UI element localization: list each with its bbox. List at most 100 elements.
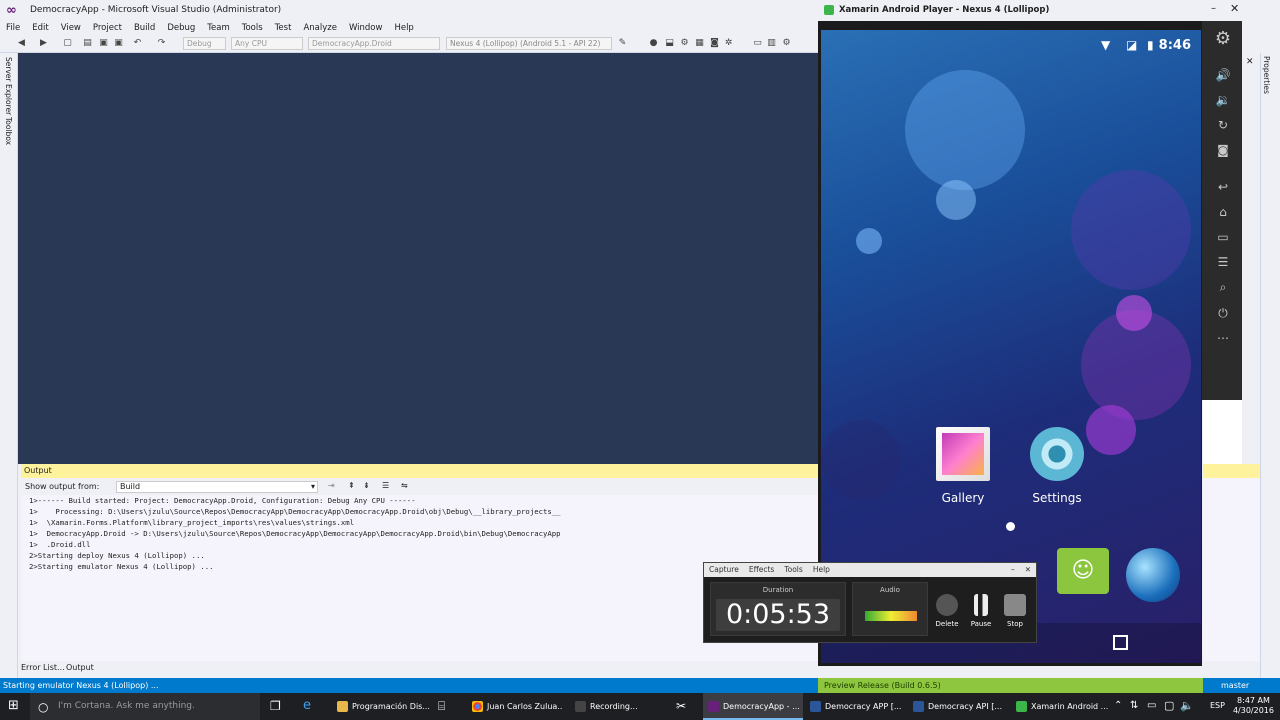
volume-down-icon[interactable]: 🔉	[1214, 92, 1232, 108]
volume-icon[interactable]: 🔈	[1180, 699, 1194, 712]
delete-button[interactable]: Delete	[933, 594, 961, 628]
layout-icon[interactable]: ▥	[766, 38, 777, 49]
close-icon[interactable]: ✕	[1246, 57, 1254, 67]
menu-edit[interactable]: Edit	[26, 21, 54, 35]
taskbar-app[interactable]: Xamarin Android ...	[1011, 693, 1109, 720]
settings-icon[interactable]: ⚙	[781, 38, 792, 49]
save-all-icon[interactable]: ▣	[113, 38, 124, 49]
battery-tray-icon[interactable]: ▭	[1147, 700, 1156, 711]
messenger-icon[interactable]: ☺	[1057, 548, 1109, 594]
taskbar-app[interactable]: Juan Carlos Zulua...	[467, 693, 562, 720]
undo-icon[interactable]: ↶	[132, 38, 143, 49]
monitor-icon[interactable]: ▭	[752, 38, 763, 49]
browser-icon[interactable]	[1126, 548, 1180, 602]
power-icon[interactable]: ⏻	[1214, 305, 1232, 321]
step-icon[interactable]: ⬓	[664, 38, 675, 49]
git-branch[interactable]: master	[1203, 678, 1280, 693]
taskbar-app-active[interactable]: DemocracyApp - ...	[703, 693, 803, 720]
gallery-app[interactable]: Gallery	[936, 427, 990, 505]
tray-chevron-icon[interactable]: ⌃	[1114, 700, 1122, 711]
clear-all-icon[interactable]: ☰	[382, 481, 389, 490]
taskbar-app[interactable]: Democracy APP [...	[805, 693, 905, 720]
server-explorer-tab[interactable]: Server Explorer	[4, 57, 13, 115]
platform-select[interactable]: Any CPU	[231, 37, 303, 50]
output-source-select[interactable]: Build ▾	[116, 481, 318, 493]
screenshot-icon[interactable]: ◙	[1214, 142, 1232, 158]
tab-output[interactable]: Output	[66, 663, 94, 672]
menu-team[interactable]: Team	[201, 21, 235, 35]
close-icon[interactable]: ✕	[1230, 2, 1239, 15]
back-icon[interactable]: ↩	[1214, 179, 1232, 195]
tools-icon[interactable]: ✂	[676, 699, 686, 713]
find-icon[interactable]: ⇥	[328, 481, 335, 490]
display-icon[interactable]: ▢	[1164, 699, 1174, 712]
menu-build[interactable]: Build	[128, 21, 161, 35]
menu-help[interactable]: Help	[808, 563, 835, 577]
player-status-bar: Preview Release (Build 0.6.5)	[818, 678, 1203, 693]
menu-icon[interactable]: ☰	[1214, 254, 1232, 270]
word-wrap-icon[interactable]: ⇋	[401, 481, 408, 490]
system-clock[interactable]: 8:47 AM 4/30/2016	[1233, 696, 1274, 716]
menu-help[interactable]: Help	[388, 21, 419, 35]
pause-button[interactable]: Pause	[967, 594, 995, 628]
tab-error-list[interactable]: Error List...	[21, 663, 65, 672]
redo-icon[interactable]: ↷	[156, 38, 167, 49]
sdk-icon[interactable]: ✲	[723, 38, 734, 49]
menu-capture[interactable]: Capture	[704, 563, 744, 577]
startup-project-select[interactable]: DemocracyApp.Droid	[308, 37, 440, 50]
minimize-icon[interactable]: –	[1211, 3, 1216, 14]
menu-view[interactable]: View	[55, 21, 87, 35]
search-icon[interactable]: ⌕	[1214, 279, 1232, 295]
network-icon[interactable]: ⇅	[1130, 700, 1138, 711]
build-icon[interactable]: ✎	[617, 38, 628, 49]
taskbar-app[interactable]: Programación Dis...	[332, 693, 430, 720]
avd-icon[interactable]: ◙	[709, 38, 720, 49]
toolbox-tab[interactable]: Toolbox	[4, 117, 13, 145]
taskbar-app-label: Xamarin Android ...	[1031, 702, 1109, 711]
close-icon[interactable]: ✕	[1020, 563, 1036, 577]
menu-window[interactable]: Window	[343, 21, 389, 35]
forward-icon[interactable]: ▶	[38, 38, 49, 49]
minimize-icon[interactable]: –	[1006, 563, 1020, 577]
configuration-select[interactable]: Debug	[183, 37, 226, 50]
volume-up-icon[interactable]: 🔊	[1214, 67, 1232, 83]
cortana-search-box[interactable]: I'm Cortana. Ask me anything.	[30, 693, 260, 720]
stop-button[interactable]: Stop	[1001, 594, 1029, 628]
home-icon[interactable]: ⌂	[1214, 204, 1232, 220]
menu-effects[interactable]: Effects	[744, 563, 780, 577]
stop-icon[interactable]: ●	[648, 38, 659, 49]
taskbar-app[interactable]: Democracy API [...	[908, 693, 1008, 720]
menu-analyze[interactable]: Analyze	[297, 21, 343, 35]
menu-test[interactable]: Test	[269, 21, 298, 35]
save-icon[interactable]: ▣	[98, 38, 109, 49]
settings-app[interactable]: Settings	[1022, 427, 1092, 505]
edge-icon[interactable]: e	[303, 698, 311, 713]
attach-icon[interactable]: ⚙	[679, 38, 690, 49]
taskbar-app[interactable]: Recording...	[570, 693, 665, 720]
store-icon[interactable]: ⌸	[438, 699, 445, 714]
settings-gear-icon[interactable]: ⚙	[1214, 30, 1232, 48]
open-icon[interactable]: ▤	[82, 38, 93, 49]
back-icon[interactable]: ◀	[16, 38, 27, 49]
device-select[interactable]: Nexus 4 (Lollipop) (Android 5.1 - API 22…	[446, 37, 612, 50]
more-icon[interactable]: ⋯	[1214, 330, 1232, 346]
menu-file[interactable]: File	[0, 21, 26, 35]
menu-tools[interactable]: Tools	[779, 563, 807, 577]
next-message-icon[interactable]: ⇟	[363, 481, 370, 490]
windows-start-icon[interactable]: ⊞	[8, 699, 22, 713]
menu-tools[interactable]: Tools	[236, 21, 269, 35]
vs-status-bar: Starting emulator Nexus 4 (Lollipop) ...	[0, 678, 818, 693]
rotate-icon[interactable]: ↻	[1214, 117, 1232, 133]
recents-icon[interactable]	[1113, 635, 1128, 650]
left-tool-strip: Server Explorer Toolbox	[0, 53, 18, 678]
audio-level-slider[interactable]	[865, 611, 917, 621]
task-view-icon[interactable]: ❐	[270, 699, 281, 713]
new-project-icon[interactable]: ▢	[62, 38, 73, 49]
menu-debug[interactable]: Debug	[161, 21, 201, 35]
prev-message-icon[interactable]: ⇞	[348, 481, 355, 490]
properties-tab[interactable]: Properties	[1262, 56, 1271, 94]
recent-apps-icon[interactable]: ▭	[1214, 229, 1232, 245]
device-log-icon[interactable]: ▦	[694, 38, 705, 49]
menu-project[interactable]: Project	[87, 21, 128, 35]
language-indicator[interactable]: ESP	[1210, 701, 1225, 710]
